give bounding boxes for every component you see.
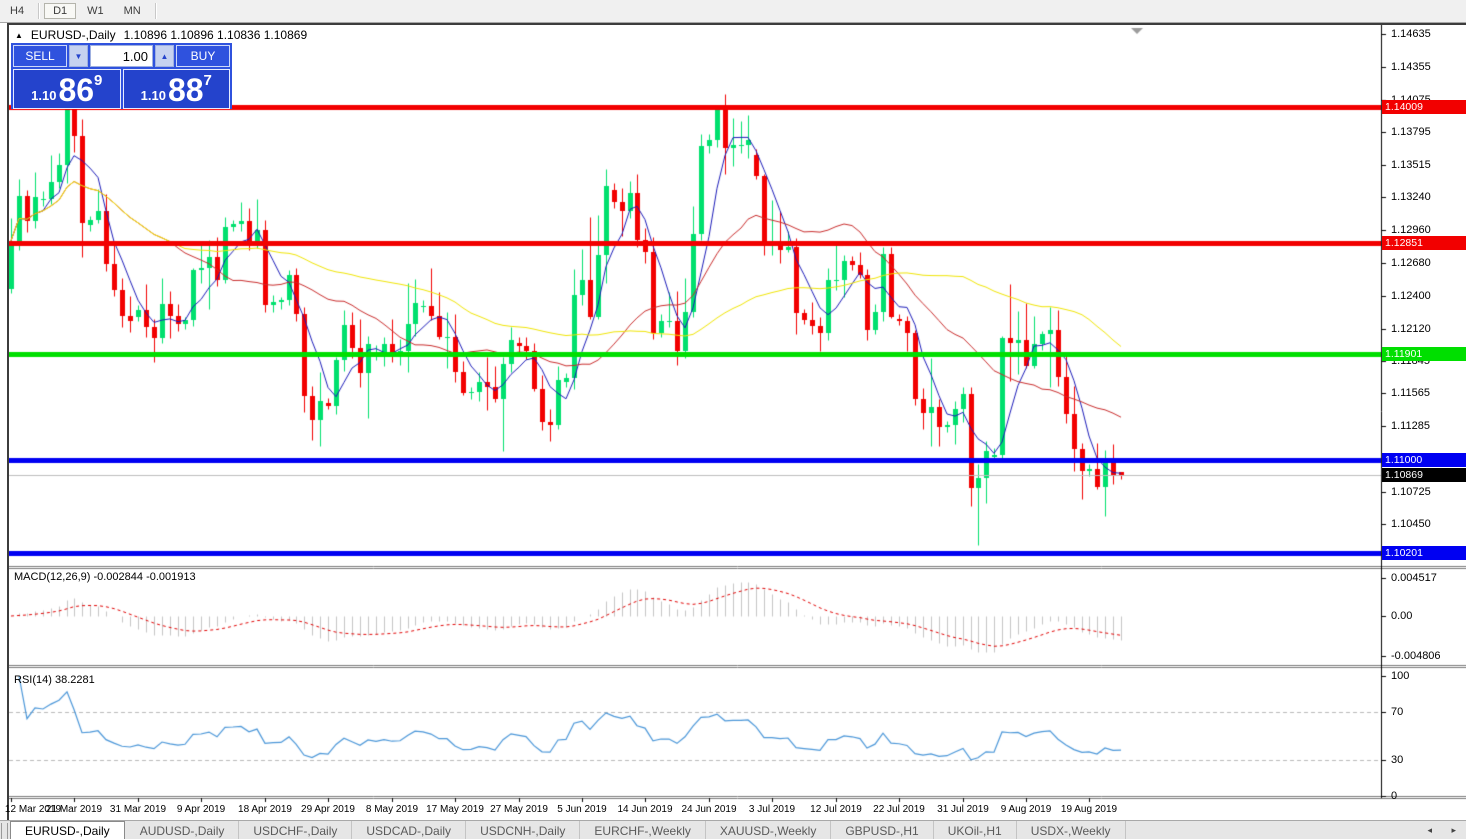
chart-tab-usdcad-daily[interactable]: USDCAD-,Daily [352, 821, 467, 839]
price-tick-label: 1.14355 [1391, 61, 1431, 73]
chart-tab-xauusd-weekly[interactable]: XAUUSD-,Weekly [706, 821, 832, 839]
date-tick-label: 27 May 2019 [490, 804, 548, 815]
chart-ohlc-values: 1.10896 1.10896 1.10836 1.10869 [123, 28, 308, 42]
chart-header: ▲ EURUSD-,Daily 1.10896 1.10896 1.10836 … [15, 28, 307, 42]
tabbar-grip [1, 823, 8, 839]
tab-scroll-right-icon[interactable]: ▸ [1451, 825, 1456, 836]
price-tick-label: 1.14635 [1391, 28, 1431, 40]
current-price-label: 1.10869 [1382, 468, 1466, 482]
price-tick-label: 1.13795 [1391, 126, 1431, 138]
chart-tab-bar: EURUSD-,Daily AUDUSD-,Daily USDCHF-,Daily U… [0, 820, 1466, 839]
date-tick-label: 9 Apr 2019 [176, 804, 226, 815]
collapse-triangle-icon[interactable]: ▲ [15, 31, 23, 40]
tab-scroll-left-icon[interactable]: ◂ [1427, 825, 1432, 836]
macd-indicator-label: MACD(12,26,9) -0.002844 -0.001913 [14, 571, 196, 583]
ask-price-frac: 1.10 [140, 88, 166, 103]
hline-price-label: 1.14009 [1382, 100, 1466, 114]
sell-button[interactable]: SELL [13, 45, 67, 67]
one-click-trading-widget: SELL ▼ ▲ BUY 1.10869 1.10887 [11, 43, 232, 109]
date-tick-label: 31 Mar 2019 [109, 804, 167, 815]
price-tick-label: 1.12400 [1391, 290, 1431, 302]
chart-tab-usdchf-daily[interactable]: USDCHF-,Daily [239, 821, 353, 839]
rsi-tick-label: 0 [1391, 790, 1398, 802]
chart-title: EURUSD-,Daily [30, 28, 116, 42]
hline-price-label: 1.11000 [1382, 453, 1466, 467]
macd-tick-label: -0.004806 [1391, 650, 1441, 662]
chart-tab-audusd-daily[interactable]: AUDUSD-,Daily [126, 821, 240, 839]
macd-tick-label: 0.004517 [1391, 572, 1437, 584]
bid-price-sup: 9 [94, 72, 103, 89]
date-tick-label: 14 Jun 2019 [617, 804, 673, 815]
date-tick-label: 29 Apr 2019 [301, 804, 355, 815]
timeframe-button-h4[interactable]: H4 [1, 3, 33, 19]
date-tick-label: 8 May 2019 [365, 804, 419, 815]
timeframe-button-w1[interactable]: W1 [78, 3, 113, 19]
rsi-indicator-label: RSI(14) 38.2281 [14, 674, 95, 686]
timeframe-button-d1[interactable]: D1 [44, 3, 77, 19]
price-tick-label: 1.10725 [1391, 486, 1431, 498]
date-tick-label: 12 Jul 2019 [810, 804, 862, 815]
volume-increase-button[interactable]: ▲ [155, 45, 174, 67]
date-tick-label: 21 Mar 2019 [45, 804, 103, 815]
volume-input[interactable] [90, 45, 153, 67]
chart-tab-eurusd-daily[interactable]: EURUSD-,Daily [10, 821, 125, 839]
chart-tab-eurchf-weekly[interactable]: EURCHF-,Weekly [580, 821, 706, 839]
date-tick-label: 19 Aug 2019 [1060, 804, 1118, 815]
price-tick-label: 1.12960 [1391, 224, 1431, 236]
chart-window: ▲ EURUSD-,Daily 1.10896 1.10896 1.10836 … [5, 23, 1466, 822]
price-tick-label: 1.10450 [1391, 518, 1431, 530]
price-tick-label: 1.13515 [1391, 159, 1431, 171]
rsi-tick-label: 100 [1391, 670, 1410, 682]
date-tick-label: 18 Apr 2019 [238, 804, 292, 815]
ask-price[interactable]: 1.10 88 7 [122, 69, 230, 109]
price-tick-label: 1.12680 [1391, 257, 1431, 269]
rsi-tick-label: 30 [1391, 754, 1404, 766]
bid-price-frac: 1.10 [31, 88, 57, 103]
date-tick-label: 24 Jun 2019 [681, 804, 737, 815]
bid-price-big: 86 [58, 72, 95, 108]
date-tick-label: 9 Aug 2019 [1000, 804, 1052, 815]
ask-price-sup: 7 [203, 72, 212, 89]
date-tick-label: 17 May 2019 [426, 804, 484, 815]
chart-tab-ukoil-h1[interactable]: UKOil-,H1 [934, 821, 1017, 839]
ask-price-big: 88 [167, 72, 204, 108]
volume-decrease-button[interactable]: ▼ [69, 45, 88, 67]
price-tick-label: 1.12120 [1391, 323, 1431, 335]
macd-tick-label: 0.00 [1391, 610, 1413, 622]
timeframe-toolbar: H4 D1 W1 MN [0, 0, 1466, 23]
rsi-tick-label: 70 [1391, 706, 1404, 718]
price-tick-label: 1.11285 [1391, 420, 1430, 432]
date-tick-label: 3 Jul 2019 [748, 804, 796, 815]
chart-tab-gbpusd-h1[interactable]: GBPUSD-,H1 [831, 821, 934, 839]
chart-tab-usdx-weekly[interactable]: USDX-,Weekly [1017, 821, 1126, 839]
date-tick-label: 31 Jul 2019 [937, 804, 989, 815]
hline-price-label: 1.12851 [1382, 236, 1466, 250]
bid-price[interactable]: 1.10 86 9 [13, 69, 121, 109]
chart-tab-usdcnh-daily[interactable]: USDCNH-,Daily [466, 821, 581, 839]
price-chart-canvas[interactable] [9, 25, 1466, 822]
timeframe-button-mn[interactable]: MN [115, 3, 150, 19]
buy-button[interactable]: BUY [176, 45, 230, 67]
date-tick-label: 5 Jun 2019 [557, 804, 607, 815]
date-tick-label: 22 Jul 2019 [873, 804, 925, 815]
price-tick-label: 1.13240 [1391, 191, 1431, 203]
hline-price-label: 1.11901 [1382, 347, 1466, 361]
mt4-application: { "toolbar": { "timeframes": [ {"label":… [0, 0, 1466, 839]
hline-price-label: 1.10201 [1382, 546, 1466, 560]
price-tick-label: 1.11565 [1391, 387, 1430, 399]
